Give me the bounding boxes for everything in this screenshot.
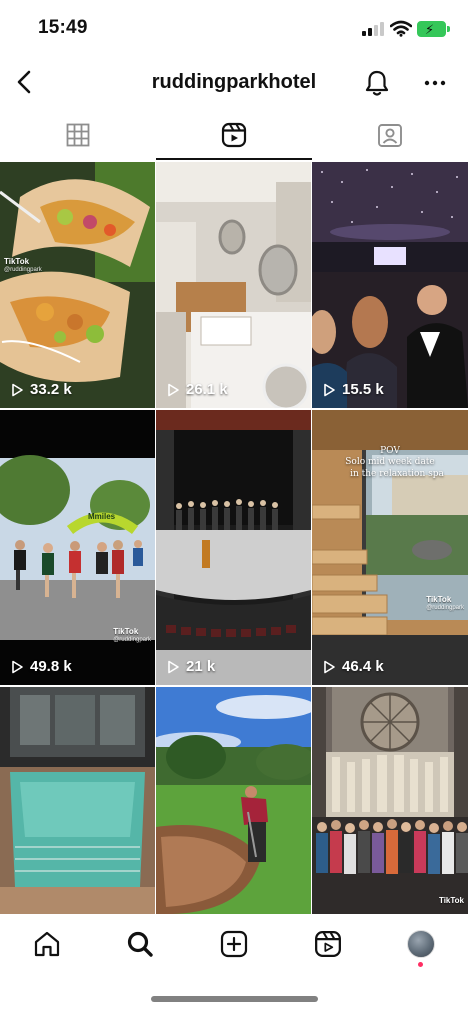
home-icon bbox=[34, 931, 59, 957]
bottom-navigation bbox=[0, 914, 468, 974]
reel-thumbnail bbox=[0, 162, 155, 408]
charging-bolt-icon: ⚡ bbox=[425, 22, 435, 37]
tab-tagged[interactable] bbox=[312, 110, 468, 160]
nav-home[interactable] bbox=[0, 914, 94, 974]
bell-icon bbox=[365, 70, 389, 96]
play-icon bbox=[324, 660, 335, 673]
home-indicator bbox=[151, 996, 318, 1002]
reel-tile[interactable]: 21 k bbox=[156, 410, 311, 685]
profile-username: ruddingparkhotel bbox=[151, 71, 317, 93]
view-count: 49.8 k bbox=[10, 658, 72, 675]
view-count-label: 26.1 k bbox=[186, 381, 228, 398]
view-count: 15.5 k bbox=[322, 381, 384, 398]
reels-icon bbox=[221, 122, 247, 148]
notifications-button[interactable] bbox=[358, 64, 396, 102]
tagged-person-icon bbox=[378, 124, 402, 147]
reel-thumbnail bbox=[0, 687, 155, 914]
search-icon bbox=[128, 931, 154, 957]
status-bar: 15:49 ⚡ bbox=[0, 0, 468, 58]
view-count: 26.1 k bbox=[166, 381, 228, 398]
view-count-label: 15.5 k bbox=[342, 381, 384, 398]
more-options-button[interactable] bbox=[416, 64, 454, 102]
nav-reels[interactable] bbox=[281, 914, 375, 974]
reel-thumbnail bbox=[156, 410, 311, 685]
grid-icon bbox=[66, 123, 90, 147]
play-icon bbox=[324, 383, 335, 396]
race-arch-banner: Mmiles bbox=[88, 512, 116, 521]
reels-icon bbox=[314, 931, 341, 957]
reel-thumbnail bbox=[312, 687, 468, 914]
reel-tile[interactable] bbox=[156, 687, 311, 914]
view-count-label: 33.2 k bbox=[30, 381, 72, 398]
reel-thumbnail bbox=[312, 162, 468, 408]
play-icon bbox=[168, 660, 179, 673]
reel-thumbnail bbox=[0, 410, 155, 685]
reel-tile[interactable] bbox=[0, 687, 155, 914]
reel-thumbnail bbox=[156, 687, 311, 914]
nav-profile[interactable] bbox=[374, 914, 468, 974]
play-icon bbox=[168, 383, 179, 396]
reel-tile[interactable]: 15.5 k bbox=[312, 162, 468, 408]
reel-tile[interactable]: 26.1 k bbox=[156, 162, 311, 408]
tab-reels[interactable] bbox=[156, 110, 312, 160]
view-count: 21 k bbox=[166, 658, 215, 675]
avatar bbox=[407, 930, 436, 958]
reel-tile[interactable]: POV Solo mid week date in the relaxation… bbox=[312, 410, 468, 685]
cellular-signal-icon bbox=[362, 22, 384, 36]
battery-icon: ⚡ bbox=[417, 21, 446, 37]
more-horizontal-icon bbox=[424, 80, 446, 86]
status-time: 15:49 bbox=[38, 17, 88, 38]
view-count-label: 21 k bbox=[186, 658, 216, 675]
view-count: 46.4 k bbox=[322, 658, 384, 675]
reel-tile[interactable]: TikTok bbox=[312, 687, 468, 914]
profile-tabs bbox=[0, 110, 468, 160]
tiktok-watermark: TikTok bbox=[438, 896, 464, 905]
tiktok-watermark: TikTok @ruddingpark bbox=[426, 595, 464, 611]
reel-tile[interactable]: TikTok @ruddingpark 33.2 k bbox=[0, 162, 155, 408]
reel-caption: POV Solo mid week date in the relaxation… bbox=[345, 446, 444, 479]
tiktok-watermark: TikTok @ruddingpark bbox=[113, 627, 151, 643]
wifi-icon bbox=[390, 20, 412, 37]
reels-grid: TikTok @ruddingpark 33.2 k 26.1 k 15.5 k… bbox=[0, 162, 468, 914]
play-icon bbox=[12, 660, 23, 673]
nav-create[interactable] bbox=[187, 914, 281, 974]
nav-search[interactable] bbox=[94, 914, 188, 974]
plus-square-icon bbox=[220, 930, 248, 958]
play-icon bbox=[12, 383, 23, 396]
view-count-label: 49.8 k bbox=[30, 658, 72, 675]
tiktok-watermark: TikTok @ruddingpark bbox=[4, 257, 42, 273]
view-count-label: 46.4 k bbox=[342, 658, 384, 675]
reel-thumbnail bbox=[156, 162, 311, 408]
reel-tile[interactable]: Mmiles TikTok @ruddingpark 49.8 k bbox=[0, 410, 155, 685]
tab-posts-grid[interactable] bbox=[0, 110, 156, 160]
battery-tip bbox=[447, 26, 450, 32]
view-count: 33.2 k bbox=[10, 381, 72, 398]
notification-dot bbox=[418, 962, 424, 967]
profile-header: ruddingparkhotel bbox=[0, 58, 468, 108]
